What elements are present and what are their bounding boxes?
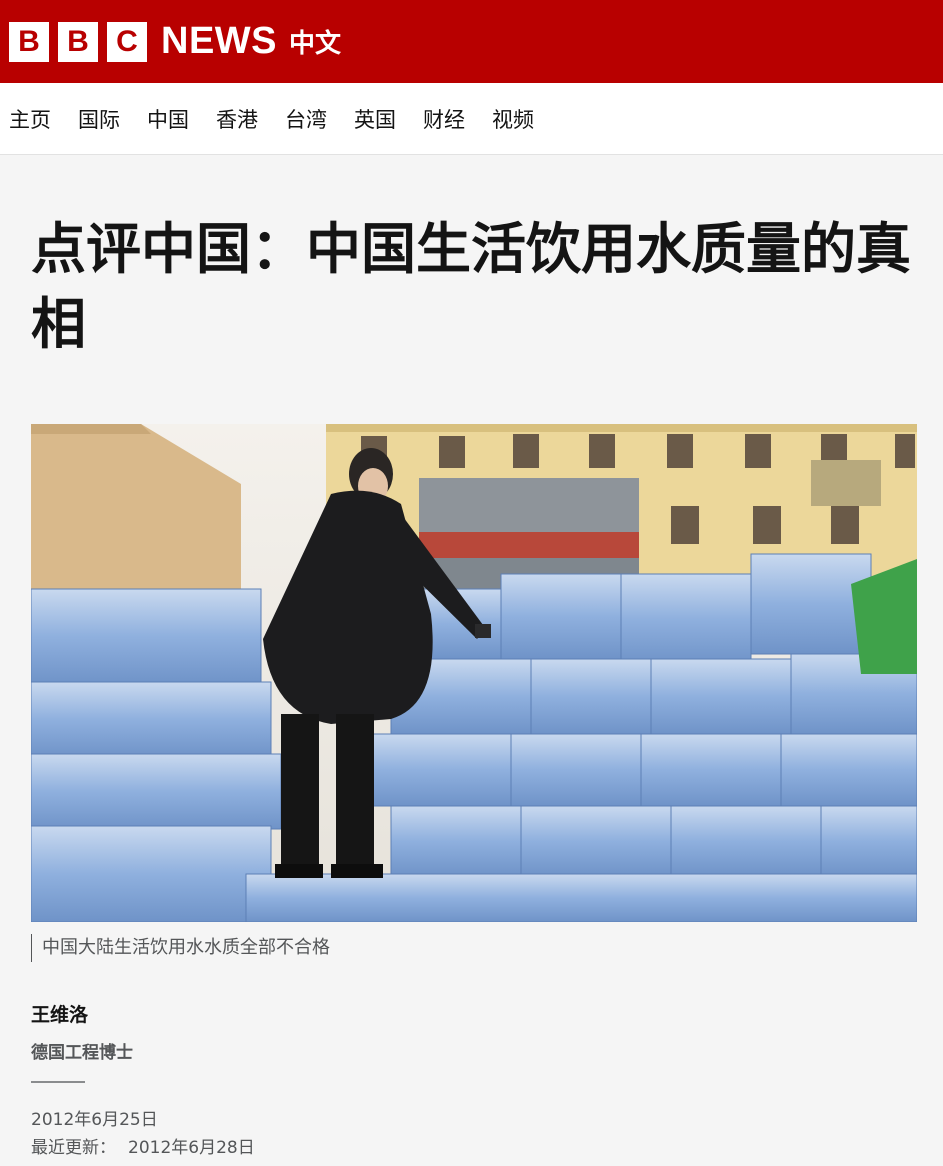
updated-date: 2012年6月28日 <box>128 1138 255 1158</box>
bbc-logo-block: C <box>107 21 147 62</box>
nav-item-home[interactable]: 主页 <box>9 104 51 134</box>
bbc-logo-block: B <box>9 21 49 62</box>
publish-date: 2012年6月25日 <box>31 1110 158 1130</box>
nav-item-uk[interactable]: 英国 <box>354 104 396 134</box>
nav-item-hongkong[interactable]: 香港 <box>216 104 258 134</box>
nav-item-china[interactable]: 中国 <box>147 104 189 134</box>
main-nav: 主页 国际 中国 香港 台湾 英国 财经 视频 <box>0 83 943 155</box>
nav-item-taiwan[interactable]: 台湾 <box>285 104 327 134</box>
nav-item-business[interactable]: 财经 <box>423 104 465 134</box>
article-image <box>31 424 917 922</box>
image-caption: 中国大陆生活饮用水水质全部不合格 <box>31 934 330 962</box>
bbc-logo[interactable]: B B C <box>9 21 147 62</box>
brand-news-wordmark[interactable]: NEWS <box>161 20 277 63</box>
author-role: 德国工程博士 <box>31 1043 133 1063</box>
byline-divider <box>31 1081 85 1083</box>
masthead: B B C NEWS 中文 <box>0 0 943 83</box>
bbc-logo-block: B <box>58 21 98 62</box>
article-headline: 点评中国：中国生活饮用水质量的真相 <box>31 217 912 356</box>
brand-language-label[interactable]: 中文 <box>289 23 341 60</box>
author-name: 王维洛 <box>31 1004 89 1026</box>
updated-line: 最近更新： 2012年6月28日 <box>31 1133 255 1158</box>
nav-item-video[interactable]: 视频 <box>492 104 534 134</box>
updated-label: 最近更新： <box>31 1138 116 1158</box>
nav-item-world[interactable]: 国际 <box>78 104 120 134</box>
